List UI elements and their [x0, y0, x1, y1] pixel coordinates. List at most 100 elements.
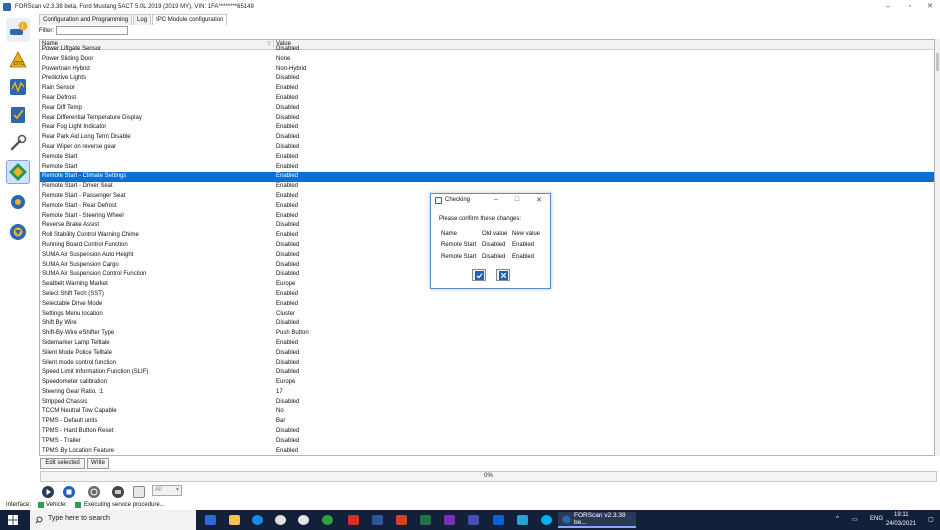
row-value: Disabled	[276, 241, 300, 248]
table-row[interactable]: TPMS - Hard Button Reset Disabled	[40, 427, 934, 437]
table-row[interactable]: Speed Limit Information Function (SLIF) D…	[40, 368, 934, 378]
row-name: Remote Start - Rear Defrost	[42, 202, 117, 209]
oscilloscope-button[interactable]	[6, 75, 30, 99]
chrome-dev-icon[interactable]	[322, 515, 333, 525]
row-value: Disabled	[276, 398, 300, 405]
table-row[interactable]: Settings Menu location Cluster	[40, 310, 934, 320]
table-row[interactable]: Speedometer calibration Europe	[40, 378, 934, 388]
about-button[interactable]	[6, 220, 30, 244]
log-level-select[interactable]: All ▾	[152, 485, 182, 496]
connect-icon[interactable]	[88, 486, 100, 498]
tab-ipc-module-configuration[interactable]: IPC Module configuration	[152, 14, 228, 25]
service-button[interactable]	[6, 131, 30, 155]
onenote-icon[interactable]	[444, 515, 455, 525]
dialog-row-name: Remote Start	[441, 254, 477, 260]
confirm-button[interactable]	[472, 269, 486, 281]
teams-icon[interactable]	[468, 515, 479, 525]
table-row[interactable]: TCCM Neutral Tow Capable No	[40, 407, 934, 417]
save-icon[interactable]	[133, 486, 145, 498]
dialog-maximize-button[interactable]: □	[512, 196, 522, 203]
row-value: Enabled	[276, 202, 299, 209]
stop-icon[interactable]	[63, 486, 75, 498]
table-row[interactable]: Predictive Lights Disabled	[40, 74, 934, 84]
table-row[interactable]: Rear Differential Temperature Display Dis…	[40, 114, 934, 124]
table-row[interactable]: Rear Defrost Enabled	[40, 94, 934, 104]
table-row[interactable]: Power Sliding Door None	[40, 55, 934, 65]
scrollbar-thumb[interactable]	[936, 53, 939, 71]
edge-icon[interactable]	[252, 515, 263, 525]
dtc-button[interactable]: DTC	[6, 48, 30, 72]
row-value: Disabled	[276, 251, 300, 258]
tray-chevron-icon[interactable]: ^	[836, 516, 839, 522]
table-row[interactable]: Rain Sensor Enabled	[40, 84, 934, 94]
table-row[interactable]: Stripped Chassis Disabled	[40, 398, 934, 408]
play-icon[interactable]	[42, 486, 54, 498]
file-explorer-icon[interactable]	[229, 515, 240, 525]
dialog-minimize-button[interactable]: –	[491, 196, 501, 203]
table-row[interactable]: Silent Mode Police Telltale Disabled	[40, 349, 934, 359]
disconnect-icon[interactable]	[112, 486, 124, 498]
row-value: Disabled	[276, 349, 300, 356]
task-view-icon[interactable]	[205, 515, 216, 525]
acrobat-icon[interactable]	[348, 515, 359, 525]
clock-time[interactable]: 19:11	[894, 512, 909, 518]
vertical-scrollbar[interactable]	[935, 39, 940, 456]
table-row[interactable]: Remote Start Enabled	[40, 153, 934, 163]
table-row[interactable]: TPMS - Trailer Disabled	[40, 437, 934, 447]
table-row[interactable]: Remote Start - Climate Settings Enabled	[40, 172, 934, 183]
checklist-button[interactable]	[6, 103, 30, 127]
taskbar-search-box[interactable]: Type here to search	[30, 510, 196, 530]
table-row[interactable]: Silent mode control function Disabled	[40, 359, 934, 369]
word-icon[interactable]	[372, 515, 383, 525]
write-button[interactable]: Write	[87, 458, 109, 469]
close-button[interactable]: ✕	[918, 0, 940, 13]
table-row[interactable]: Power Liftgate Sensor Disabled	[40, 45, 934, 55]
row-name: Rain Sensor	[42, 85, 76, 92]
table-row[interactable]: TPMS - Default units Bar	[40, 417, 934, 427]
minimize-button[interactable]: –	[876, 0, 900, 13]
table-row[interactable]: Remote Start Enabled	[40, 163, 934, 173]
row-value: Disabled	[276, 359, 300, 366]
powerpoint-icon[interactable]	[396, 515, 407, 525]
table-row[interactable]: Shift-By-Wire eShifter Type Push Button	[40, 329, 934, 339]
configuration-button[interactable]	[6, 160, 30, 184]
language-indicator[interactable]: ENG	[870, 516, 883, 522]
filter-input[interactable]	[56, 26, 128, 35]
network-icon[interactable]: ▭	[852, 516, 858, 523]
table-row[interactable]: Powertrain Hybrid Non-Hybrid	[40, 65, 934, 75]
table-row[interactable]: Rear Wiper on reverse gear Disabled	[40, 143, 934, 153]
table-row[interactable]: Shift By Wire Disabled	[40, 319, 934, 329]
table-row[interactable]: Rear Park Aid Long Term Disable Disabled	[40, 133, 934, 143]
table-row[interactable]: Select Shift Tech (SST) Enabled	[40, 290, 934, 300]
tab-configuration-programming[interactable]: Configuration and Programming	[39, 14, 133, 25]
row-name: Selectable Drive Mode	[42, 300, 103, 307]
edit-selected-button[interactable]: Edit selected	[40, 458, 85, 469]
table-row[interactable]: Sidemarker Lamp Telltale Enabled	[40, 339, 934, 349]
table-row[interactable]: Steering Gear Ratio, :1 17	[40, 388, 934, 398]
photos-icon[interactable]	[517, 515, 528, 525]
settings-button[interactable]	[6, 190, 30, 214]
row-value: No	[276, 408, 284, 415]
table-row[interactable]: Selectable Drive Mode Enabled	[40, 300, 934, 310]
notifications-icon[interactable]: ▢	[928, 516, 934, 523]
table-row[interactable]: Rear Diff Temp Disabled	[40, 104, 934, 114]
excel-icon[interactable]	[420, 515, 431, 525]
taskbar-forscan-app[interactable]: FORScan v2.3.38 be...	[558, 512, 636, 528]
row-value: Disabled	[276, 369, 300, 376]
tab-log[interactable]: Log	[133, 14, 152, 25]
table-row[interactable]: TPMS By Location Feature Enabled	[40, 447, 934, 455]
chrome-canary-icon[interactable]	[298, 515, 309, 525]
table-row[interactable]: Rear Fog Light Indicator Enabled	[40, 123, 934, 133]
table-row[interactable]: Remote Start - Driver Seat Enabled	[40, 182, 934, 192]
vehicle-info-button[interactable]: i	[6, 18, 30, 42]
windows-start-icon[interactable]	[8, 515, 18, 525]
chrome-icon[interactable]	[275, 515, 286, 525]
row-value: Enabled	[276, 290, 299, 297]
cancel-button[interactable]	[496, 269, 510, 281]
clock-date[interactable]: 24/03/2021	[886, 521, 916, 527]
row-value: Disabled	[276, 104, 300, 111]
skype-icon[interactable]	[541, 515, 552, 525]
row-name: Predictive Lights	[42, 75, 87, 82]
outlook-icon[interactable]	[493, 515, 504, 525]
dialog-close-button[interactable]: ✕	[534, 196, 544, 204]
